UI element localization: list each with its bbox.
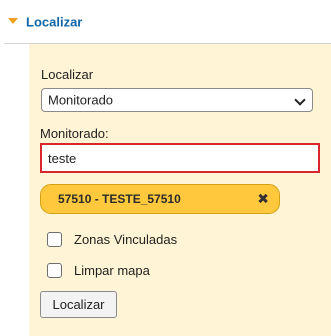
chevron-down-icon <box>294 94 306 106</box>
type-select-value: Monitorado <box>48 92 114 108</box>
section-title[interactable]: Localizar <box>26 15 82 30</box>
type-select[interactable]: Monitorado <box>41 88 313 112</box>
close-x-icon[interactable]: ✖ <box>257 191 269 208</box>
zonas-vinculadas-label[interactable]: Zonas Vinculadas <box>74 232 177 247</box>
type-label: Localizar <box>41 67 94 82</box>
monitored-search-input[interactable] <box>40 143 320 173</box>
monitored-label: Monitorado: <box>40 126 109 141</box>
tag-label: 57510 - TESTE_57510 <box>58 192 181 206</box>
selected-monitored-tag: 57510 - TESTE_57510 ✖ <box>40 184 280 214</box>
limpar-mapa-checkbox[interactable] <box>47 263 62 278</box>
localizar-button[interactable]: Localizar <box>40 291 117 318</box>
section-header-localizar[interactable]: Localizar <box>0 0 331 44</box>
triangle-down-icon[interactable] <box>8 18 18 24</box>
zonas-vinculadas-checkbox[interactable] <box>47 232 62 247</box>
limpar-mapa-label[interactable]: Limpar mapa <box>74 263 150 278</box>
